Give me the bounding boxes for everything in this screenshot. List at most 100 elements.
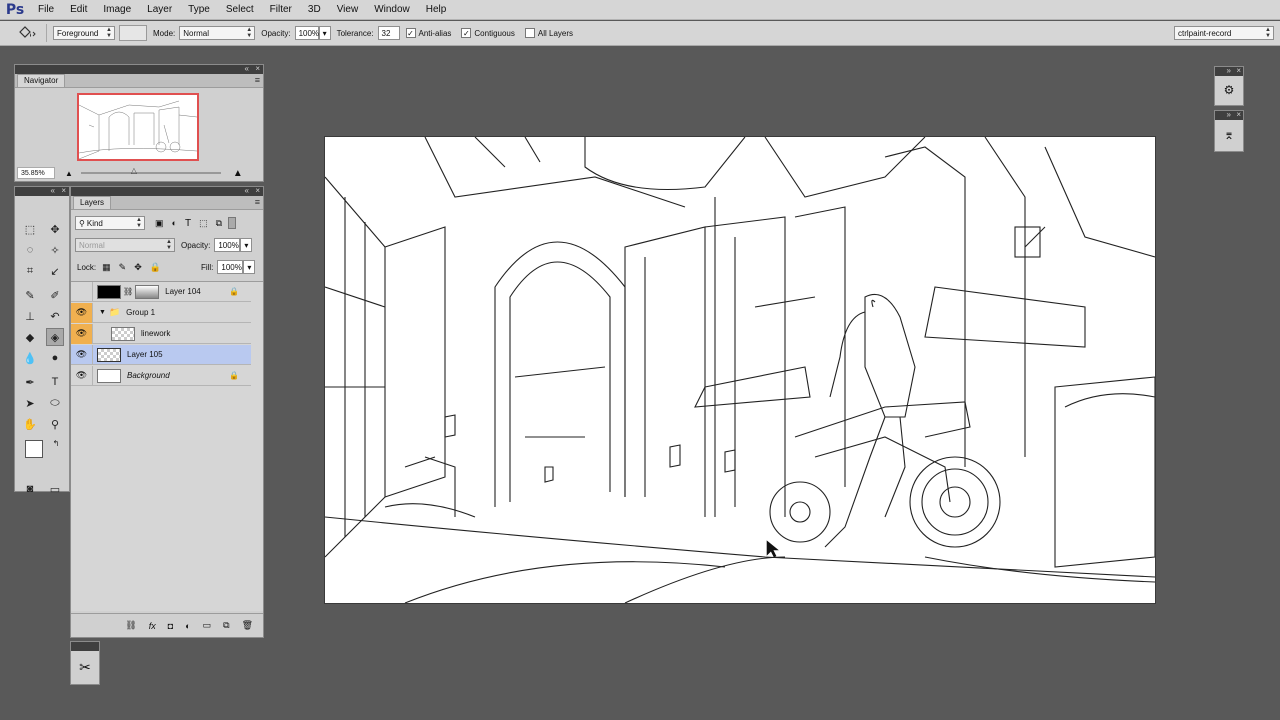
screen-mode-icon[interactable]: ▭: [46, 480, 64, 498]
close-icon[interactable]: ×: [1236, 66, 1241, 75]
menu-file[interactable]: File: [30, 0, 62, 20]
tolerance-input[interactable]: 32: [377, 26, 400, 40]
history-brush-tool-icon[interactable]: ↶: [46, 307, 64, 325]
close-icon[interactable]: ×: [255, 186, 260, 195]
menu-view[interactable]: View: [329, 0, 367, 20]
menu-edit[interactable]: Edit: [62, 0, 95, 20]
swap-colors-icon[interactable]: ↰: [47, 434, 65, 452]
layer-row-layer-104[interactable]: ⛓ Layer 104 🔒: [71, 281, 251, 302]
layer-opacity-dropdown[interactable]: ▾: [240, 238, 253, 252]
opacity-dropdown-button[interactable]: ▾: [318, 26, 331, 40]
expand-icon[interactable]: »: [1227, 110, 1231, 119]
collapse-icon[interactable]: «: [245, 64, 249, 73]
eye-icon[interactable]: 👁: [71, 302, 93, 323]
lock-position-icon[interactable]: ✥: [134, 262, 142, 273]
document-canvas[interactable]: [324, 136, 1156, 604]
filter-kind-select[interactable]: ⚲ Kind ▲ ▼: [75, 216, 145, 230]
move-tool-icon[interactable]: ✥: [46, 220, 64, 238]
panel-menu-icon[interactable]: ≡: [255, 197, 260, 207]
lasso-tool-icon[interactable]: ◌: [21, 241, 39, 259]
opacity-input[interactable]: 100%: [294, 26, 319, 40]
mode-select[interactable]: Normal ▲ ▼: [179, 26, 256, 40]
all-layers-checkbox[interactable]: [524, 28, 535, 38]
pen-tool-icon[interactable]: ✒: [21, 373, 39, 391]
tab-navigator[interactable]: Navigator: [17, 74, 66, 87]
paint-bucket-tool-icon[interactable]: ◈: [46, 328, 64, 346]
expand-group-icon[interactable]: ▼: [99, 309, 106, 316]
zoom-tool-icon[interactable]: ⚲: [46, 415, 64, 433]
antialias-checkbox[interactable]: ✓: [405, 28, 416, 38]
layer-row-linework[interactable]: 👁 linework: [71, 323, 251, 344]
adjustment-layer-icon[interactable]: ◐: [185, 621, 190, 631]
fill-source-select[interactable]: Foreground ▲ ▼: [53, 26, 115, 40]
menu-filter[interactable]: Filter: [262, 0, 300, 20]
layer-row-group-1[interactable]: 👁 ▼ 📁 Group 1: [71, 302, 251, 323]
tool-preset-picker[interactable]: [14, 23, 40, 43]
panel-header-strip[interactable]: » ×: [1215, 66, 1243, 76]
brush-tool-icon[interactable]: ✐: [46, 286, 64, 304]
panel-header-strip[interactable]: » ×: [1215, 110, 1243, 120]
lock-transparent-icon[interactable]: ▦: [102, 262, 111, 273]
paths-icon[interactable]: ⌆: [1215, 120, 1243, 150]
add-mask-icon[interactable]: ◘: [168, 621, 173, 631]
eraser-tool-icon[interactable]: ◆: [21, 328, 39, 346]
zoom-slider-thumb[interactable]: △: [131, 166, 137, 175]
lock-all-icon[interactable]: 🔒: [150, 262, 161, 273]
hand-tool-icon[interactable]: ✋: [21, 415, 39, 433]
crop-tool-icon[interactable]: ⌗: [21, 262, 39, 280]
collapse-icon[interactable]: «: [245, 186, 249, 195]
type-tool-icon[interactable]: T: [46, 373, 64, 391]
zoom-out-icon[interactable]: ▲: [65, 169, 73, 178]
filter-smart-object-icon[interactable]: ⧉: [216, 218, 222, 229]
new-group-icon[interactable]: ▭: [203, 620, 212, 631]
filter-pixel-icon[interactable]: ▣: [155, 218, 164, 229]
close-icon[interactable]: ×: [61, 186, 66, 195]
link-layers-icon[interactable]: ⛓: [125, 620, 136, 631]
tool-presets-icon[interactable]: ✂: [71, 651, 99, 683]
filter-toggle[interactable]: [228, 217, 237, 229]
tools-header-strip[interactable]: « ×: [15, 186, 69, 196]
expand-icon[interactable]: »: [1227, 66, 1231, 75]
layer-mask-thumbnail[interactable]: [135, 284, 160, 299]
panel-menu-icon[interactable]: ≡: [255, 75, 260, 85]
fill-input[interactable]: 100%: [217, 260, 244, 274]
layer-comps-icon[interactable]: ⚙: [1215, 76, 1243, 104]
collapse-icon[interactable]: «: [51, 186, 55, 195]
layers-header-strip[interactable]: « ×: [71, 186, 263, 196]
contiguous-checkbox[interactable]: ✓: [461, 28, 472, 38]
panel-header-strip[interactable]: « ×: [15, 64, 263, 74]
zoom-slider[interactable]: △: [80, 166, 221, 175]
blur-tool-icon[interactable]: 💧: [21, 349, 39, 367]
quick-mask-icon[interactable]: ◙: [21, 480, 39, 498]
layer-row-layer-105[interactable]: 👁 Layer 105: [71, 344, 251, 365]
eye-icon[interactable]: 👁: [71, 365, 93, 386]
magic-wand-tool-icon[interactable]: ✧: [46, 241, 64, 259]
close-icon[interactable]: ×: [1236, 110, 1241, 119]
blend-mode-select[interactable]: Normal ▲ ▼: [75, 238, 175, 252]
filter-shape-icon[interactable]: ⬚: [199, 218, 208, 229]
workspace-select[interactable]: ctrlpaint-record ▲ ▼: [1174, 26, 1274, 40]
fill-dropdown[interactable]: ▾: [243, 260, 256, 274]
marquee-tool-icon[interactable]: ⬚: [21, 220, 39, 238]
lock-image-icon[interactable]: ✎: [119, 262, 127, 273]
ellipse-tool-icon[interactable]: ⬭: [46, 394, 64, 412]
eye-icon[interactable]: [71, 281, 93, 302]
zoom-input[interactable]: 35.85%: [17, 167, 55, 179]
pattern-swatch[interactable]: [119, 25, 147, 41]
layer-style-icon[interactable]: fx: [149, 621, 156, 631]
trash-icon[interactable]: 🗑: [242, 620, 253, 631]
menu-3d[interactable]: 3D: [300, 0, 329, 20]
zoom-in-icon[interactable]: ▲: [233, 168, 243, 179]
layer-opacity-input[interactable]: 100%: [214, 238, 241, 252]
menu-image[interactable]: Image: [95, 0, 139, 20]
menu-type[interactable]: Type: [180, 0, 218, 20]
layer-row-background[interactable]: 👁 Background 🔒: [71, 365, 251, 386]
filter-adjustment-icon[interactable]: ◐: [172, 218, 177, 228]
clone-stamp-tool-icon[interactable]: ⊥: [21, 307, 39, 325]
panel-header-strip[interactable]: [71, 642, 99, 651]
eyedropper-tool-icon[interactable]: ↙: [46, 262, 64, 280]
new-layer-icon[interactable]: ⧉: [223, 620, 229, 631]
healing-brush-tool-icon[interactable]: ✎: [21, 286, 39, 304]
menu-layer[interactable]: Layer: [139, 0, 180, 20]
navigator-thumbnail[interactable]: [77, 93, 199, 161]
